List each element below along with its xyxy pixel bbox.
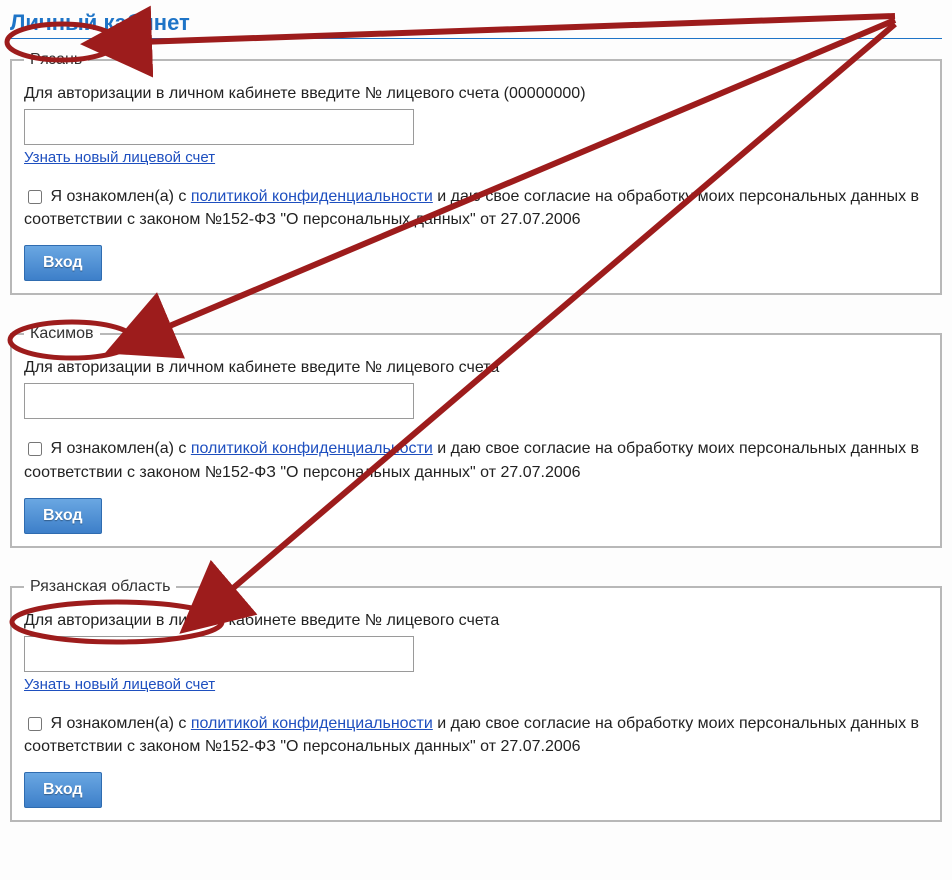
consent-row: Я ознакомлен(а) с политикой конфиденциал… — [24, 185, 928, 231]
consent-checkbox[interactable] — [28, 442, 42, 456]
consent-row: Я ознакомлен(а) с политикой конфиденциал… — [24, 437, 928, 483]
login-button[interactable]: Вход — [24, 772, 102, 808]
new-account-link[interactable]: Узнать новый лицевой счет — [24, 149, 215, 166]
instruction-text: Для авторизации в личном кабинете введит… — [24, 85, 928, 103]
section-legend: Касимов — [24, 325, 100, 343]
new-account-link[interactable]: Узнать новый лицевой счет — [24, 676, 215, 693]
login-button[interactable]: Вход — [24, 245, 102, 281]
consent-prefix: Я ознакомлен(а) с — [50, 188, 190, 205]
privacy-policy-link[interactable]: политикой конфиденциальности — [191, 188, 433, 205]
section-legend: Рязанская область — [24, 578, 176, 596]
section-legend: Рязань — [24, 51, 88, 69]
login-button[interactable]: Вход — [24, 498, 102, 534]
instruction-text: Для авторизации в личном кабинете введит… — [24, 612, 928, 630]
account-number-input[interactable] — [24, 109, 414, 145]
account-number-input[interactable] — [24, 636, 414, 672]
account-number-input[interactable] — [24, 383, 414, 419]
consent-checkbox[interactable] — [28, 717, 42, 731]
privacy-policy-link[interactable]: политикой конфиденциальности — [191, 440, 433, 457]
instruction-text: Для авторизации в личном кабинете введит… — [24, 359, 928, 377]
consent-row: Я ознакомлен(а) с политикой конфиденциал… — [24, 712, 928, 758]
login-section-kasimov: Касимов Для авторизации в личном кабинет… — [10, 325, 942, 547]
page-title: Личный кабинет — [10, 10, 942, 39]
consent-checkbox[interactable] — [28, 190, 42, 204]
login-section-ryazan-oblast: Рязанская область Для авторизации в личн… — [10, 578, 942, 822]
consent-prefix: Я ознакомлен(а) с — [50, 440, 190, 457]
login-section-ryazan: Рязань Для авторизации в личном кабинете… — [10, 51, 942, 295]
privacy-policy-link[interactable]: политикой конфиденциальности — [191, 715, 433, 732]
consent-prefix: Я ознакомлен(а) с — [50, 715, 190, 732]
